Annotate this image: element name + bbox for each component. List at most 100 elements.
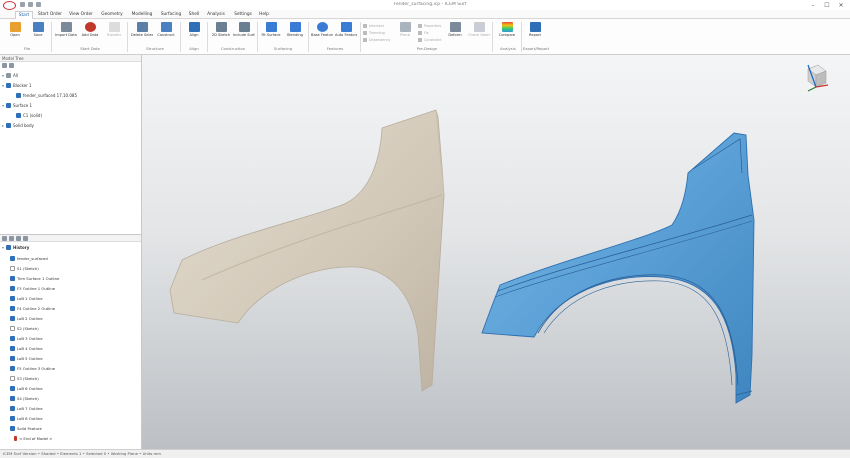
history-item[interactable]: LoB 7 Outline — [10, 403, 43, 413]
close-button[interactable]: ✕ — [834, 0, 848, 10]
history-item[interactable]: LoB 6 Outline — [10, 383, 43, 393]
import-data-button[interactable]: Import Data — [55, 22, 77, 37]
constraint-tool[interactable]: Constraint — [418, 36, 442, 43]
transfer-button[interactable]: Transfer — [103, 22, 125, 37]
tree-item-solid[interactable]: C1 (solid) — [12, 111, 42, 120]
sketch-button[interactable]: 2D Sketch — [210, 22, 232, 37]
open-button[interactable]: Open — [4, 22, 26, 37]
group-label-file: File — [23, 46, 31, 51]
fix-tool[interactable]: Fix — [418, 29, 442, 36]
qat-redo-icon[interactable] — [36, 2, 41, 7]
tree-item-surface[interactable]: ▾ Surface 1 — [2, 101, 32, 110]
tab-view-order[interactable]: View Order — [67, 11, 95, 19]
history-item[interactable]: S4 (Sketch) — [10, 393, 39, 403]
tab-geometry[interactable]: Geometry — [98, 11, 126, 19]
history-item[interactable]: S2 (Sketch) — [10, 323, 39, 333]
layer-icon — [6, 83, 11, 88]
dependency-tool[interactable]: Dependency — [363, 36, 390, 43]
deform-button[interactable]: Deform — [444, 22, 466, 37]
surfaced-fender-model[interactable] — [481, 132, 755, 404]
history-item[interactable]: LoB 1 Outline — [10, 293, 43, 303]
feature-icon — [10, 395, 15, 401]
feature-icon — [10, 305, 15, 311]
history-item[interactable]: F4 Outline 2 Outline — [10, 303, 55, 313]
history-item[interactable]: F5 Outline 3 Outline — [10, 363, 55, 373]
feature-icon — [10, 295, 15, 301]
feature-icon — [10, 255, 15, 261]
include-surfaces-button[interactable]: Include Surfaces — [233, 22, 255, 37]
report-icon — [529, 22, 541, 32]
tab-settings[interactable]: Settings — [231, 11, 255, 19]
construct-button[interactable]: Construct — [155, 22, 177, 37]
feature-icon — [10, 425, 15, 431]
expand-all-icon[interactable] — [9, 63, 14, 68]
ribbon-divider — [180, 22, 181, 52]
fit-surface-button[interactable]: Fit Surface — [260, 22, 282, 37]
add-data-icon — [84, 22, 96, 32]
blending-button[interactable]: Blending — [284, 22, 306, 37]
tree-item-all[interactable]: ▾ All — [2, 71, 18, 80]
minimize-button[interactable]: – — [806, 0, 820, 10]
compare-button[interactable]: Compare — [496, 22, 518, 37]
tab-analysis[interactable]: Analysis — [204, 11, 228, 19]
fix-icon — [418, 30, 422, 35]
auto-features-button[interactable]: Auto Features — [335, 22, 357, 37]
3d-viewport[interactable] — [142, 55, 850, 449]
end-of-model-marker[interactable]: < End of Model > — [14, 433, 52, 443]
fit-surface-icon — [265, 22, 277, 32]
tab-start[interactable]: Start — [15, 11, 33, 19]
history-item[interactable]: Trim Surface 1 Outline — [10, 273, 59, 283]
maximize-button[interactable]: ☐ — [820, 0, 834, 10]
filter-icon[interactable] — [2, 63, 7, 68]
intersect-tool[interactable]: Intersect — [363, 22, 390, 29]
history-item[interactable]: LoB 8 Outline — [10, 413, 43, 423]
history-item[interactable]: S1 (Sketch) — [10, 263, 39, 273]
tab-start-order[interactable]: Start Order — [36, 11, 64, 19]
base-features-button[interactable]: Base Features — [311, 22, 333, 37]
plane-button[interactable]: Plane — [394, 22, 416, 37]
feature-icon — [10, 415, 15, 421]
history-settings-icon[interactable] — [23, 235, 28, 241]
tab-help[interactable]: Help — [258, 11, 270, 19]
orientation-triad-icon[interactable] — [807, 64, 829, 92]
blending-icon — [289, 22, 301, 32]
tree-item-fender-surfaced[interactable]: fender_surfaced 17.10.085 — [12, 91, 77, 100]
report-button[interactable]: Report — [524, 22, 546, 37]
tab-shell[interactable]: Shell — [187, 11, 201, 19]
trimming-tool[interactable]: Trimming — [363, 29, 390, 36]
history-root[interactable]: ▾ History — [2, 243, 29, 252]
tab-modelling[interactable]: Modelling — [129, 11, 155, 19]
compare-icon — [501, 22, 513, 32]
history-item[interactable]: S3 (Sketch) — [10, 373, 39, 383]
tab-surfacing[interactable]: Surfacing — [158, 11, 184, 19]
raw-fender-model[interactable] — [169, 109, 445, 392]
tree-item-blocker[interactable]: ▾ Blocker 1 — [2, 81, 32, 90]
window-title: Fender_surfacing.icp - ICEM Surf — [393, 2, 467, 7]
check-geometry-button[interactable]: Check Geometry — [468, 22, 490, 37]
surface-icon — [16, 93, 21, 98]
history-panel: ▾ History fender_surfaced S1 (Sketch) Tri… — [0, 234, 142, 449]
qat-undo-icon[interactable] — [28, 2, 33, 7]
history-search-icon[interactable] — [9, 235, 14, 241]
add-data-button[interactable]: Add Data — [79, 22, 101, 37]
delete-selection-button[interactable]: Delete Selection — [131, 22, 153, 37]
feature-icon — [10, 335, 15, 341]
history-item[interactable]: LoB 2 Outline — [10, 313, 43, 323]
history-item[interactable]: fender_surfaced — [10, 253, 48, 263]
qat-save-icon[interactable] — [20, 2, 25, 7]
align-button[interactable]: Align — [183, 22, 205, 37]
app-window: Fender_surfacing.icp - ICEM Surf – ☐ ✕ S… — [0, 0, 850, 458]
history-item[interactable]: LoB 3 Outline — [10, 333, 43, 343]
properties-tool[interactable]: Properties — [418, 22, 442, 29]
save-button[interactable]: Save — [27, 22, 49, 37]
group-label-construction: Construction — [220, 46, 246, 51]
history-filter-icon[interactable] — [2, 235, 7, 241]
history-item[interactable]: Solid Feature — [10, 423, 42, 433]
tree-item-solid-body[interactable]: ▸ Solid body — [2, 121, 34, 130]
app-logo-icon[interactable] — [3, 1, 16, 10]
history-item[interactable]: LoB 5 Outline — [10, 353, 43, 363]
history-item[interactable]: LoB 4 Outline — [10, 343, 43, 353]
history-item[interactable]: F3 Outline 1 Outline — [10, 283, 55, 293]
history-view-icon[interactable] — [16, 235, 21, 241]
history-icon — [6, 245, 11, 250]
